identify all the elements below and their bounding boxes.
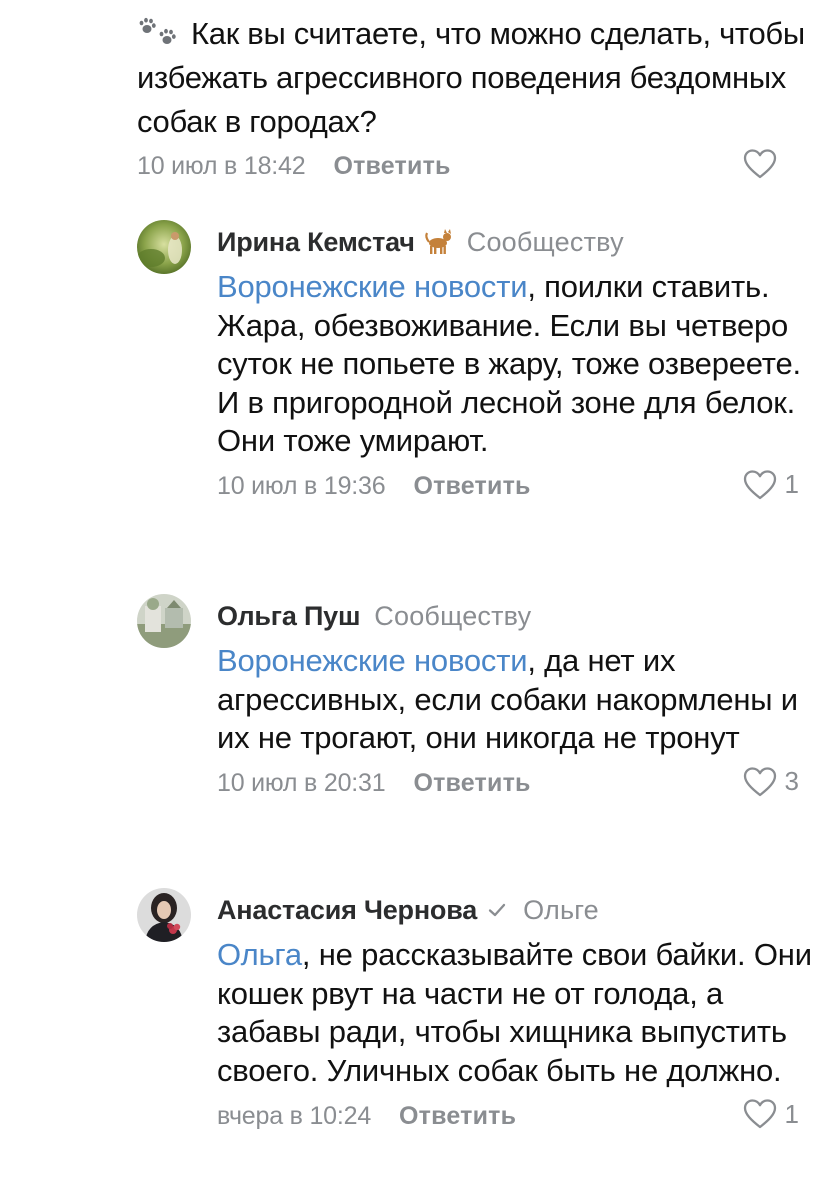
comment-thread: Как вы считаете, что можно сделать, чтоб…: [0, 0, 836, 1200]
author-name[interactable]: Ирина Кемстач: [217, 227, 415, 258]
comment-date: 10 июл в 20:31: [217, 769, 386, 797]
reply-button[interactable]: Ответить: [333, 152, 450, 181]
top-comment: Как вы считаете, что можно сделать, чтоб…: [137, 12, 817, 186]
author-row: Ирина Кемстач Сообществу: [217, 220, 817, 264]
mention-link[interactable]: Ольга: [217, 937, 302, 972]
top-comment-meta: 10 июл в 18:42 Ответить: [137, 146, 817, 186]
dog-emoji-icon: [423, 228, 453, 256]
reply-comment: Ольга Пуш Сообществу Воронежские новости…: [137, 594, 817, 804]
like-count: 1: [784, 1098, 799, 1129]
author-name[interactable]: Анастасия Чернова: [217, 895, 477, 926]
like-button[interactable]: 1: [743, 469, 799, 501]
reply-button[interactable]: Ответить: [413, 769, 530, 798]
like-button[interactable]: 1: [743, 1098, 799, 1130]
heart-icon: [743, 1099, 776, 1129]
avatar[interactable]: [137, 594, 191, 648]
reply-target[interactable]: Ольге: [523, 895, 599, 926]
reply-comment: Анастасия Чернова Ольге Ольга, не расска…: [137, 888, 817, 1136]
author-row: Ольга Пуш Сообществу: [217, 594, 817, 638]
author-row: Анастасия Чернова Ольге: [217, 888, 817, 932]
reply-text: Воронежские новости, поилки ставить. Жар…: [217, 268, 817, 461]
reply-text-body: , не рассказывайте свои байки. Они кошек…: [217, 937, 812, 1088]
reply-meta: 10 июл в 20:31 Ответить 3: [217, 764, 817, 804]
top-comment-text-block: Как вы считаете, что можно сделать, чтоб…: [137, 12, 817, 144]
like-button[interactable]: 3: [743, 766, 799, 798]
avatar[interactable]: [137, 220, 191, 274]
like-count: 3: [784, 766, 799, 796]
like-count: 1: [784, 469, 799, 499]
heart-icon: [743, 766, 776, 796]
author-name[interactable]: Ольга Пуш: [217, 601, 360, 632]
reply-button[interactable]: Ответить: [399, 1102, 516, 1131]
reply-comment: Ирина Кемстач Сообществу Воронежские нов…: [137, 220, 817, 507]
avatar-image: [137, 888, 191, 942]
reply-meta: вчера в 10:24 Ответить 1: [217, 1096, 817, 1136]
reply-meta: 10 июл в 19:36 Ответить 1: [217, 467, 817, 507]
reply-text: Воронежские новости, да нет их агрессивн…: [217, 642, 817, 758]
top-comment-text: Как вы считаете, что можно сделать, чтоб…: [137, 16, 805, 139]
heart-icon: [743, 469, 776, 499]
like-button[interactable]: [743, 148, 799, 180]
comment-date: 10 июл в 19:36: [217, 472, 386, 500]
comment-date: 10 июл в 18:42: [137, 151, 306, 180]
avatar[interactable]: [137, 888, 191, 942]
reply-target[interactable]: Сообществу: [374, 601, 531, 632]
avatar-image: [137, 594, 191, 648]
mention-link[interactable]: Воронежские новости: [217, 643, 528, 678]
comment-date: вчера в 10:24: [217, 1101, 372, 1130]
verified-check-icon: [485, 898, 509, 922]
reply-text: Ольга, не рассказывайте свои байки. Они …: [217, 936, 817, 1090]
reply-target[interactable]: Сообществу: [467, 227, 624, 258]
mention-link[interactable]: Воронежские новости: [217, 269, 528, 304]
paw-prints-icon: [139, 17, 176, 44]
heart-icon: [743, 149, 777, 179]
reply-button[interactable]: Ответить: [413, 472, 530, 501]
avatar-image: [137, 220, 191, 274]
